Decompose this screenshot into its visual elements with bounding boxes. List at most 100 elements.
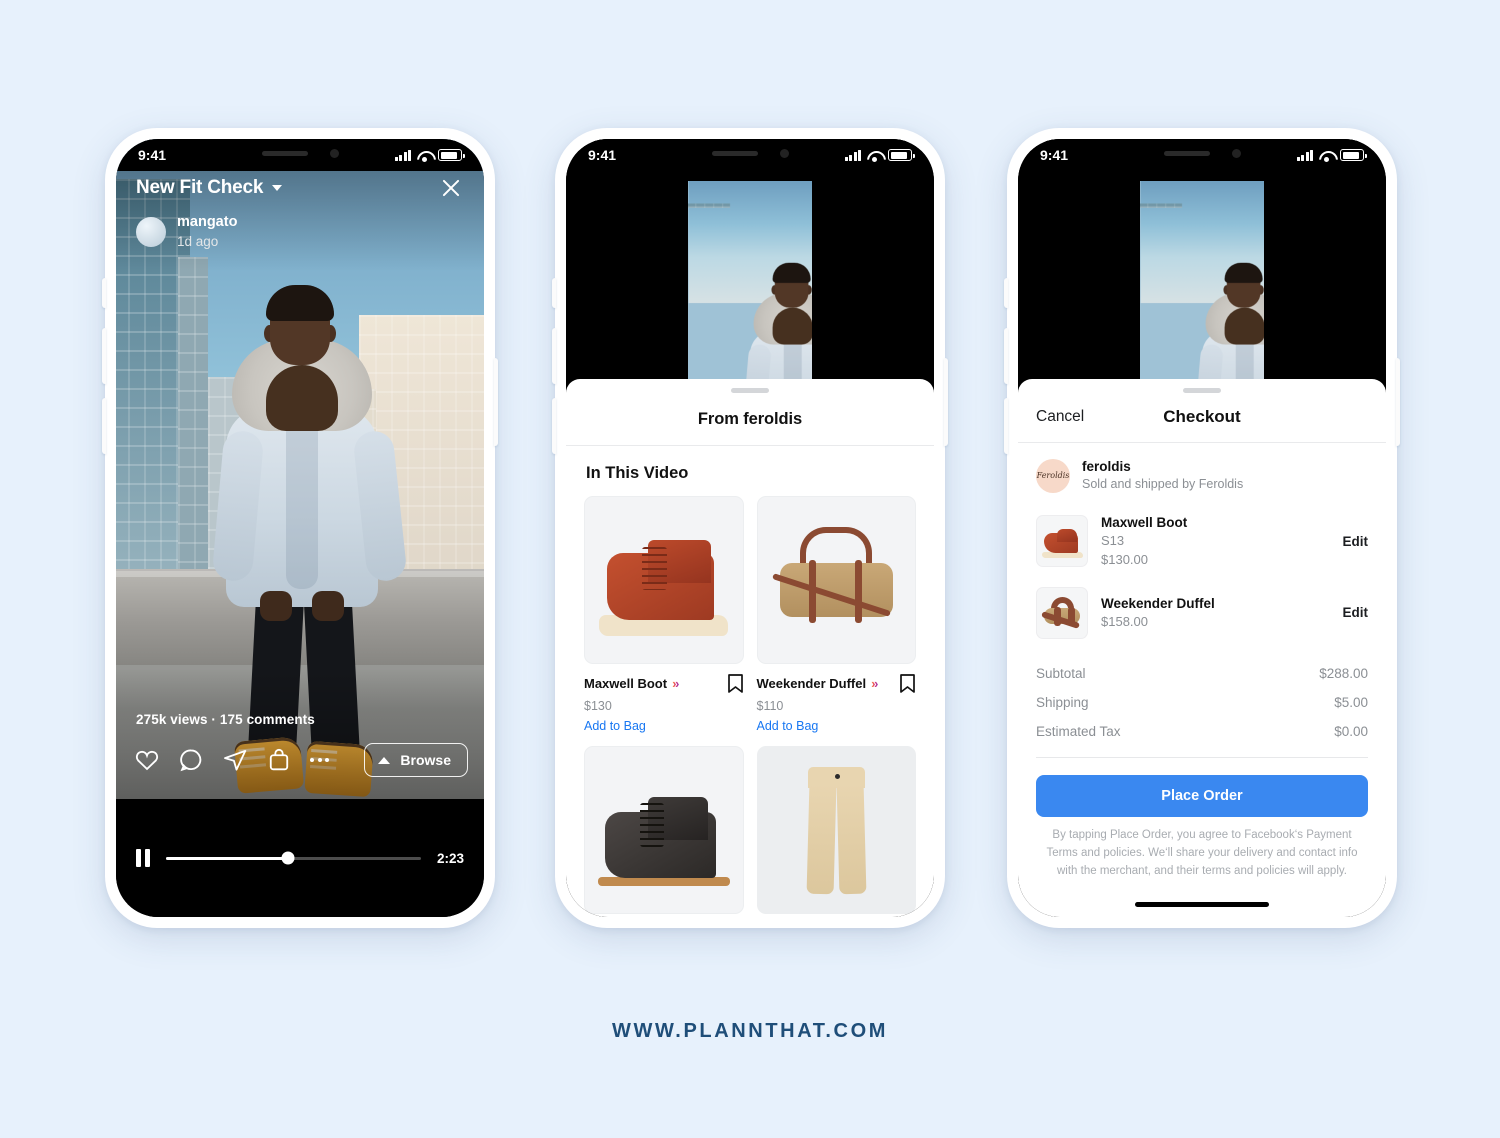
chevron-down-icon[interactable] [272, 185, 283, 191]
pause-button[interactable] [136, 849, 150, 867]
product-card[interactable]: ade Boots [584, 746, 744, 917]
home-indicator[interactable] [1135, 902, 1269, 908]
stats-separator: · [211, 712, 217, 727]
avatar [136, 216, 166, 247]
username: mangato [177, 214, 238, 230]
video-scrubber[interactable] [166, 851, 421, 865]
status-time: 9:41 [588, 147, 617, 163]
phone-checkout: Cancel Checkout Feroldis feroldis Sold a… [1004, 128, 1400, 928]
scrubber-knob[interactable] [281, 851, 295, 865]
line-item-name: Maxwell Boot [1101, 514, 1188, 530]
product-name: Maxwell Boot [584, 676, 668, 691]
total-label: Estimated Tax [1036, 723, 1121, 739]
power-button[interactable] [494, 358, 498, 446]
product-card[interactable]: Weekender Duffel » $110 Add to Bag [756, 496, 917, 733]
notch [211, 139, 389, 167]
shopping-bag-icon[interactable] [266, 747, 292, 773]
building-left-2 [178, 257, 208, 619]
video-duration: 2:23 [436, 850, 464, 866]
like-icon[interactable] [134, 747, 160, 773]
total-label: Shipping [1036, 694, 1089, 710]
product-image[interactable] [584, 496, 744, 664]
battery-icon [888, 149, 915, 161]
bookmark-icon[interactable] [899, 673, 916, 694]
video-frame: New Fit Check mangato 1d ago 275k views … [116, 139, 484, 799]
browse-label: Browse [400, 752, 451, 768]
notch [1113, 139, 1291, 167]
line-item-row: Maxwell Boot S13 $130.00 Edit [1018, 506, 1386, 580]
mute-switch[interactable] [102, 278, 106, 308]
volume-up-button[interactable] [552, 328, 556, 384]
cancel-button[interactable]: Cancel [1036, 408, 1084, 426]
minimized-video[interactable] [688, 181, 812, 399]
mute-switch[interactable] [552, 278, 556, 308]
add-to-bag-button[interactable]: Add to Bag [584, 719, 744, 733]
front-camera [1231, 148, 1241, 158]
duffel-tan-art [758, 497, 916, 663]
video-stats: 275k views · 175 comments [136, 712, 315, 727]
product-price: $130 [584, 699, 612, 713]
order-totals: Subtotal $288.00 Shipping $5.00 Estimate… [1018, 649, 1386, 758]
total-value: $288.00 [1319, 665, 1368, 681]
product-name: Weekender Duffel [756, 676, 867, 691]
product-image[interactable] [756, 746, 916, 914]
slacks-tan-art [758, 747, 916, 913]
battery-icon [1340, 149, 1367, 161]
line-item-price: $130.00 [1101, 552, 1148, 568]
volume-up-button[interactable] [1004, 328, 1008, 384]
status-time: 9:41 [138, 147, 167, 163]
comment-icon[interactable] [178, 747, 204, 773]
power-button[interactable] [1396, 358, 1400, 446]
boot-brown-art [585, 497, 743, 663]
mute-switch[interactable] [1004, 278, 1008, 308]
timestamp: 1d ago [177, 233, 219, 249]
product-card[interactable]: Maxwell Boot » $130 Add to Bag [584, 496, 744, 733]
more-options-icon[interactable] [310, 747, 329, 773]
total-label: Subtotal [1036, 665, 1086, 681]
battery-icon [438, 149, 465, 161]
line-item-name: Weekender Duffel [1101, 595, 1215, 611]
checkout-header: Cancel Checkout [1018, 393, 1386, 443]
close-icon[interactable] [438, 175, 464, 201]
cellular-bars-icon [844, 149, 861, 161]
minimized-video[interactable] [1140, 181, 1264, 399]
canvas: New Fit Check mangato 1d ago 275k views … [0, 0, 1500, 1138]
edit-button[interactable]: Edit [1343, 534, 1369, 549]
total-row: Estimated Tax $0.00 [1036, 717, 1368, 746]
bookmark-icon[interactable] [727, 673, 744, 694]
total-value: $0.00 [1334, 723, 1368, 739]
video-header: New Fit Check mangato 1d ago [116, 175, 484, 251]
product-image[interactable] [756, 496, 916, 664]
volume-down-button[interactable] [552, 398, 556, 454]
volume-down-button[interactable] [1004, 398, 1008, 454]
browse-button[interactable]: Browse [364, 743, 468, 777]
total-row: Shipping $5.00 [1036, 688, 1368, 717]
scrubber-fill [166, 856, 289, 860]
video-surface[interactable]: New Fit Check mangato 1d ago 275k views … [116, 139, 484, 917]
share-icon[interactable] [222, 747, 248, 773]
merchant-avatar: Feroldis [1036, 458, 1070, 493]
notch [661, 139, 839, 167]
volume-up-button[interactable] [102, 328, 106, 384]
earpiece-speaker [261, 150, 308, 156]
video-author[interactable]: mangato 1d ago [136, 213, 464, 251]
phone2-screen: From feroldis In This Video Maxwell Boot… [566, 139, 934, 917]
boot-brown-art [1037, 516, 1087, 566]
divider [1036, 756, 1368, 758]
add-to-bag-button[interactable]: Add to Bag [757, 719, 917, 733]
place-order-button[interactable]: Place Order [1036, 774, 1368, 817]
product-card[interactable]: Compartment Slacks [756, 746, 916, 917]
chevron-up-icon [378, 756, 391, 764]
video-player-controls: 2:23 [116, 799, 484, 917]
wifi-icon [417, 150, 432, 162]
volume-down-button[interactable] [102, 398, 106, 454]
video-action-bar: Browse [134, 743, 468, 777]
power-button[interactable] [944, 358, 948, 446]
product-grid: Maxwell Boot » $130 Add to Bag Weekender… [566, 496, 934, 917]
edit-button[interactable]: Edit [1343, 605, 1369, 620]
cellular-bars-icon [1296, 149, 1313, 161]
wifi-icon [867, 150, 882, 162]
product-image[interactable] [584, 746, 744, 914]
line-item-row: Weekender Duffel $158.00 Edit [1018, 580, 1386, 649]
phone-video-player: New Fit Check mangato 1d ago 275k views … [102, 128, 498, 928]
